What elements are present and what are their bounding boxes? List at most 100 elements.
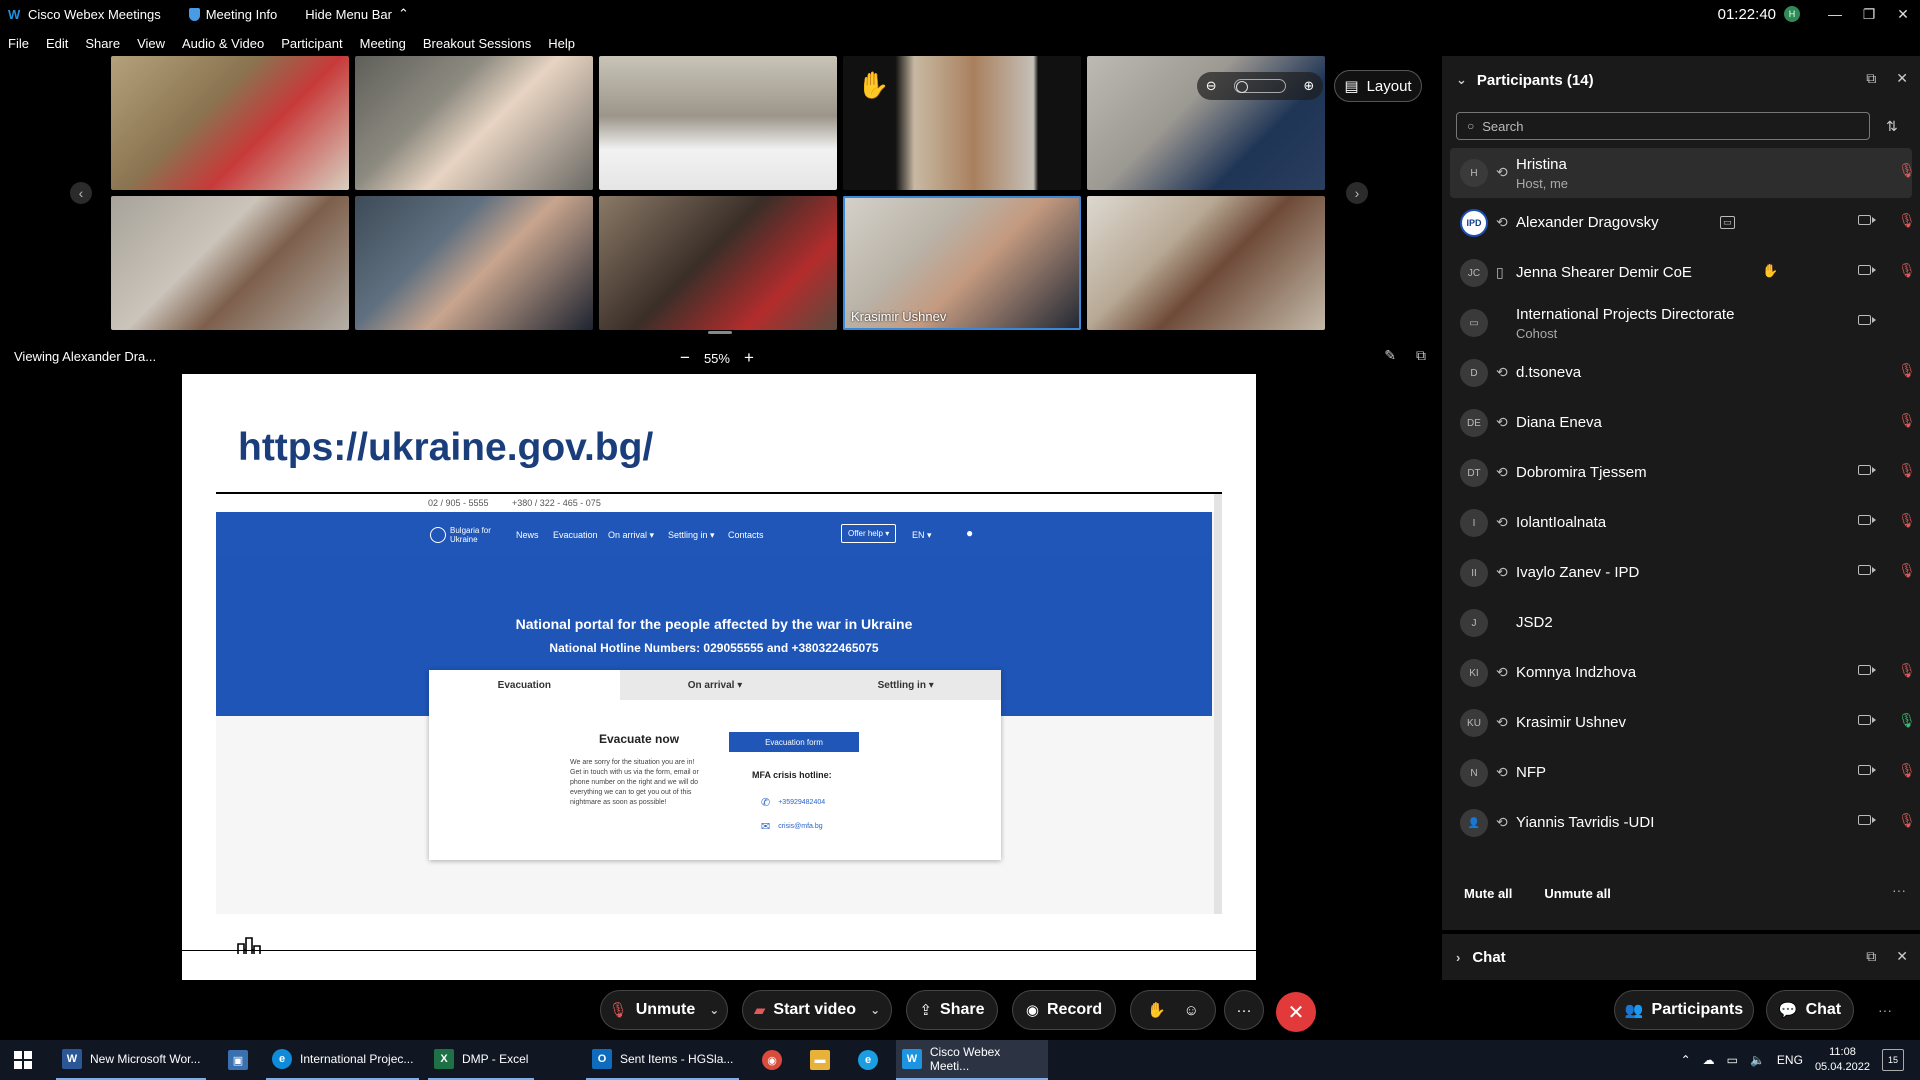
camera-icon[interactable] <box>1858 265 1876 275</box>
network-icon[interactable]: ▭ <box>1727 1053 1738 1067</box>
participants-button[interactable]: 👥 Participants <box>1614 990 1754 1030</box>
input-language[interactable]: ENG <box>1777 1053 1803 1067</box>
share-button[interactable]: ⇪ Share <box>906 990 998 1030</box>
taskbar-app-edge[interactable]: e International Projec... <box>266 1040 420 1080</box>
participant-row[interactable]: IPD ⟲ Alexander Dragovsky ▭ 🎙 <box>1450 198 1916 248</box>
camera-icon[interactable] <box>1858 215 1876 225</box>
close-icon[interactable]: ✕ <box>1888 6 1918 23</box>
user-presence-avatar[interactable]: H <box>1784 6 1800 22</box>
close-panel-icon[interactable]: ✕ <box>1896 70 1908 87</box>
camera-icon[interactable] <box>1858 665 1876 675</box>
reactions-icon[interactable]: ☺ <box>1184 1002 1199 1019</box>
zoom-slider[interactable] <box>1233 79 1286 93</box>
video-tile[interactable]: ✋ <box>843 56 1081 190</box>
menu-meeting[interactable]: Meeting <box>360 36 406 51</box>
taskbar-app-word[interactable]: W New Microsoft Wor... <box>56 1040 207 1080</box>
onedrive-icon[interactable]: ☁ <box>1703 1053 1715 1067</box>
camera-icon[interactable] <box>1858 765 1876 775</box>
participant-row[interactable]: I ⟲ IolantIoalnata 🎙 <box>1450 498 1916 548</box>
participant-row[interactable]: H ⟲ Hristina Host, me 🎙 <box>1450 148 1916 198</box>
participant-row[interactable]: D ⟲ d.tsoneva 🎙 <box>1450 348 1916 398</box>
more-options-button[interactable]: ··· <box>1224 990 1264 1030</box>
share-zoom-level[interactable]: 55% <box>704 351 730 366</box>
video-tile[interactable] <box>599 196 837 330</box>
camera-icon[interactable] <box>1858 315 1876 325</box>
start-video-button[interactable]: ▰ Start video ⌄ <box>742 990 892 1030</box>
mic-muted-icon[interactable]: 🎙 <box>1898 462 1916 479</box>
participant-row[interactable]: KI ⟲ Komnya Indzhova 🎙 <box>1450 648 1916 698</box>
menu-file[interactable]: File <box>8 36 29 51</box>
sort-icon[interactable]: ⇅ <box>1886 118 1898 135</box>
menu-share[interactable]: Share <box>85 36 120 51</box>
pop-out-share-icon[interactable]: ⧉ <box>1416 347 1426 364</box>
pop-out-icon[interactable]: ⧉ <box>1866 70 1876 87</box>
more-options-icon[interactable]: ··· <box>1892 882 1906 898</box>
camera-icon[interactable] <box>1858 565 1876 575</box>
menu-edit[interactable]: Edit <box>46 36 68 51</box>
mic-muted-icon[interactable]: 🎙 <box>1898 362 1916 379</box>
participant-row[interactable]: ▭ International Projects Directorate Coh… <box>1450 298 1912 348</box>
mic-muted-icon[interactable]: 🎙 <box>1898 212 1916 229</box>
camera-icon[interactable] <box>1858 515 1876 525</box>
search-input[interactable] <box>1482 118 1843 134</box>
mic-muted-icon[interactable]: 🎙 <box>1898 662 1916 679</box>
chevron-right-icon[interactable]: › <box>1346 182 1368 204</box>
share-zoom-in-button[interactable]: + <box>744 348 754 368</box>
participant-row[interactable]: II ⟲ Ivaylo Zanev - IPD 🎙 <box>1450 548 1916 598</box>
taskbar-app-outlook-calendar[interactable]: ▣ <box>222 1040 254 1080</box>
participant-row[interactable]: KU ⟲ Krasimir Ushnev 🎙 <box>1450 698 1916 748</box>
video-tile[interactable] <box>599 56 837 190</box>
taskbar-app-outlook[interactable]: O Sent Items - HGSla... <box>586 1040 740 1080</box>
mic-muted-icon[interactable]: 🎙 <box>1898 512 1916 529</box>
chevron-right-icon[interactable]: › <box>1456 950 1460 965</box>
video-tile[interactable] <box>355 56 593 190</box>
mic-muted-icon[interactable]: 🎙 <box>1898 412 1916 429</box>
zoom-in-icon[interactable]: ⊕ <box>1303 78 1314 94</box>
share-zoom-out-button[interactable]: − <box>680 348 690 368</box>
menu-audio-video[interactable]: Audio & Video <box>182 36 264 51</box>
chevron-up-icon[interactable]: ⌃ <box>1681 1053 1691 1067</box>
zoom-out-icon[interactable]: ⊖ <box>1206 78 1217 94</box>
close-panel-icon[interactable]: ✕ <box>1896 948 1908 965</box>
minimize-icon[interactable]: — <box>1820 6 1850 22</box>
camera-icon[interactable] <box>1858 815 1876 825</box>
restore-icon[interactable]: ❐ <box>1854 6 1884 23</box>
video-tile[interactable] <box>111 196 349 330</box>
participant-row[interactable]: 👤 ⟲ Yiannis Tavridis -UDI 🎙 <box>1450 798 1916 848</box>
strip-resize-handle[interactable] <box>708 331 732 334</box>
unmute-all-button[interactable]: Unmute all <box>1544 886 1610 901</box>
mic-muted-icon[interactable]: 🎙 <box>1898 812 1916 829</box>
hide-menu-bar-button[interactable]: Hide Menu Bar ⌃ <box>305 6 409 22</box>
taskbar-app-ie[interactable]: e <box>852 1040 884 1080</box>
video-zoom-control[interactable]: ⊖ ⊕ <box>1197 72 1323 100</box>
video-tile[interactable] <box>355 196 593 330</box>
chat-button[interactable]: 💬 Chat <box>1766 990 1854 1030</box>
notification-center-icon[interactable]: 15 <box>1882 1049 1904 1071</box>
chevron-down-icon[interactable]: ⌄ <box>870 1003 880 1017</box>
chevron-down-icon[interactable]: ⌄ <box>1456 72 1467 88</box>
taskbar-app-webex[interactable]: W Cisco Webex Meeti... <box>896 1040 1048 1080</box>
participant-row[interactable]: J JSD2 <box>1450 598 1912 648</box>
pop-out-icon[interactable]: ⧉ <box>1866 948 1876 965</box>
taskbar-app-chrome[interactable]: ◉ <box>756 1040 788 1080</box>
chevron-down-icon[interactable]: ⌄ <box>709 1003 719 1017</box>
panel-options-icon[interactable]: ··· <box>1878 1002 1892 1018</box>
mute-all-button[interactable]: Mute all <box>1464 886 1512 901</box>
unmute-button[interactable]: 🎙 Unmute ⌄ <box>600 990 728 1030</box>
participant-row[interactable]: DT ⟲ Dobromira Tjessem 🎙 <box>1450 448 1916 498</box>
mic-active-icon[interactable]: 🎙 <box>1898 712 1916 729</box>
menu-participant[interactable]: Participant <box>281 36 342 51</box>
menu-help[interactable]: Help <box>548 36 575 51</box>
taskbar-clock[interactable]: 11:08 05.04.2022 <box>1815 1045 1870 1075</box>
participants-header[interactable]: ⌄ Participants (14) ⧉ ✕ <box>1442 56 1920 104</box>
menu-breakout-sessions[interactable]: Breakout Sessions <box>423 36 531 51</box>
mic-muted-icon[interactable]: 🎙 <box>1898 162 1916 179</box>
raise-hand-icon[interactable]: ✋ <box>1147 1001 1166 1019</box>
taskbar-app-explorer[interactable]: ▬ <box>804 1040 836 1080</box>
mic-muted-icon[interactable]: 🎙 <box>1898 562 1916 579</box>
video-tile[interactable] <box>1087 196 1325 330</box>
camera-icon[interactable] <box>1858 715 1876 725</box>
annotate-icon[interactable]: ✎ <box>1384 347 1396 364</box>
mic-muted-icon[interactable]: 🎙 <box>1898 762 1916 779</box>
camera-icon[interactable] <box>1858 465 1876 475</box>
